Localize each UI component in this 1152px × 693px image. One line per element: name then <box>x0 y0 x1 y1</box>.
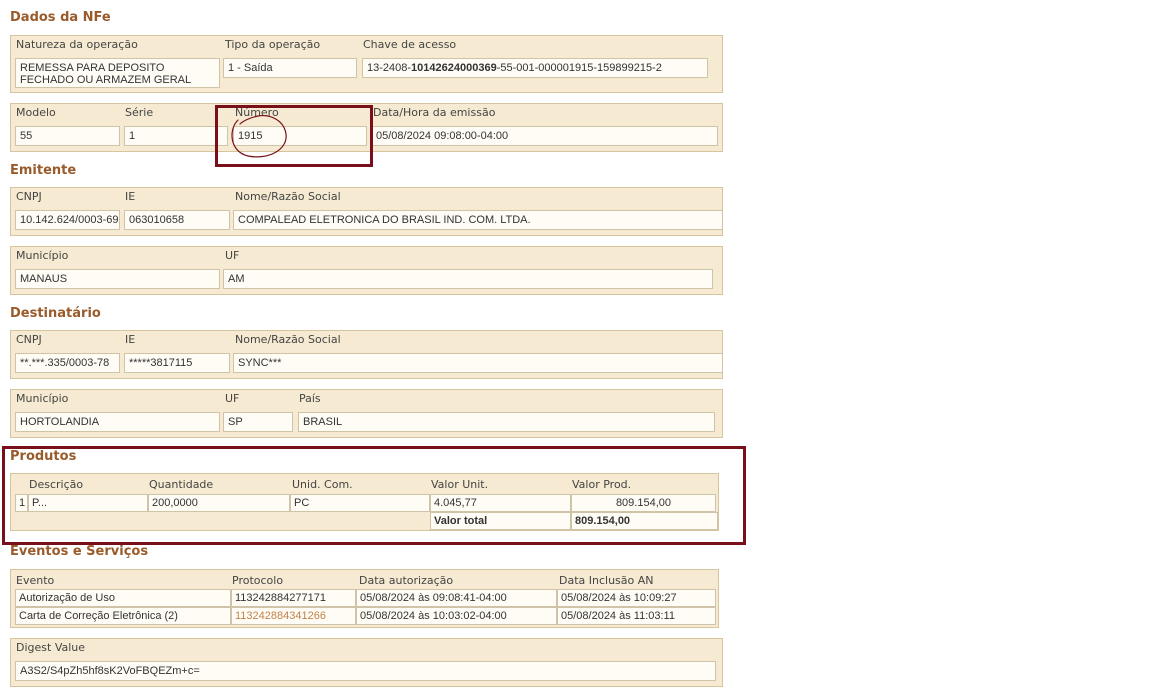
digest-label: Digest Value <box>16 641 86 654</box>
annotation-scribble-circle <box>231 115 287 158</box>
serie-label: Série <box>125 106 154 119</box>
emitente-ie-field: 063010658 <box>124 210 230 230</box>
evento-row-1-data-aut: 05/08/2024 às 09:08:41-04:00 <box>356 589 557 607</box>
destinatario-nome-field: SYNC*** <box>233 353 723 373</box>
destinatario-uf-label: UF <box>225 392 240 405</box>
emitente-cnpj-label: CNPJ <box>16 190 42 203</box>
modelo-field: 55 <box>15 126 120 146</box>
natureza-field: REMESSA PARA DEPOSITO FECHADO OU ARMAZEM… <box>15 58 220 88</box>
digest-box: Digest Value A3S2/S4pZh5hf8sK2VoFBQEZm+c… <box>10 638 723 687</box>
chave-prefix: 13-2408- <box>367 62 412 74</box>
destinatario-box-2: Município HORTOLANDIA UF SP País BRASIL <box>10 389 723 438</box>
destinatario-cnpj-label: CNPJ <box>16 333 42 346</box>
destinatario-municipio-field: HORTOLANDIA <box>15 412 220 432</box>
evento-row-2-protocolo-link[interactable]: 113242884341266 <box>231 607 356 625</box>
destinatario-ie-label: IE <box>125 333 136 346</box>
section-title-dados-nfe: Dados da NFe <box>10 10 111 25</box>
serie-field: 1 <box>124 126 228 146</box>
destinatario-pais-label: País <box>299 392 321 405</box>
natureza-label: Natureza da operação <box>16 38 138 51</box>
destinatario-municipio-label: Município <box>16 392 69 405</box>
evento-row-1-evento: Autorização de Uso <box>15 589 231 607</box>
destinatario-ie-field: *****3817115 <box>124 353 230 373</box>
evento-row-2-evento: Carta de Correção Eletrônica (2) <box>15 607 231 625</box>
emitente-municipio-label: Município <box>16 249 69 262</box>
chave-bold: 10142624000369 <box>411 62 497 74</box>
section-title-eventos: Eventos e Serviços <box>10 544 149 559</box>
evento-row-1-protocolo: 113242884277171 <box>231 589 356 607</box>
eventos-header-protocolo: Protocolo <box>232 574 284 587</box>
modelo-label: Modelo <box>16 106 56 119</box>
emitente-uf-label: UF <box>225 249 240 262</box>
section-title-destinatario: Destinatário <box>10 306 101 321</box>
chave-acesso-field: 13-2408-10142624000369-55-001-000001915-… <box>362 58 708 78</box>
chave-suffix: -55-001-000001915-159899215-2 <box>496 62 662 74</box>
dados-nfe-box-1: Natureza da operação REMESSA PARA DEPOSI… <box>10 35 723 93</box>
chave-acesso-label: Chave de acesso <box>363 38 457 51</box>
emitente-nome-label: Nome/Razão Social <box>235 190 341 203</box>
emitente-box-1: CNPJ 10.142.624/0003-69 IE 063010658 Nom… <box>10 187 723 236</box>
digest-field: A3S2/S4pZh5hf8sK2VoFBQEZm+c= <box>15 661 716 681</box>
data-emissao-label: Data/Hora da emissão <box>373 106 496 119</box>
data-emissao-field: 05/08/2024 09:08:00-04:00 <box>371 126 718 146</box>
emitente-municipio-field: MANAUS <box>15 269 220 289</box>
tipo-operacao-label: Tipo da operação <box>225 38 321 51</box>
eventos-header-evento: Evento <box>16 574 55 587</box>
destinatario-pais-field: BRASIL <box>298 412 715 432</box>
destinatario-cnpj-field: **.***.335/0003-78 <box>15 353 120 373</box>
emitente-cnpj-field: 10.142.624/0003-69 <box>15 210 120 230</box>
eventos-header-data-inclusao: Data Inclusão AN <box>559 574 654 587</box>
annotation-produtos-highlight <box>2 446 746 545</box>
destinatario-nome-label: Nome/Razão Social <box>235 333 341 346</box>
section-title-emitente: Emitente <box>10 163 77 178</box>
emitente-ie-label: IE <box>125 190 136 203</box>
tipo-operacao-field: 1 - Saída <box>223 58 357 78</box>
emitente-box-2: Município MANAUS UF AM <box>10 246 723 295</box>
evento-row-2-data-an: 05/08/2024 às 11:03:11 <box>557 607 716 625</box>
destinatario-uf-field: SP <box>223 412 293 432</box>
emitente-nome-field: COMPALEAD ELETRONICA DO BRASIL IND. COM.… <box>233 210 723 230</box>
evento-row-2-data-aut: 05/08/2024 às 10:03:02-04:00 <box>356 607 557 625</box>
eventos-box: Evento Protocolo Data autorização Data I… <box>10 569 719 628</box>
eventos-header-data-autorizacao: Data autorização <box>359 574 454 587</box>
evento-row-1-data-an: 05/08/2024 às 10:09:27 <box>557 589 716 607</box>
destinatario-box-1: CNPJ **.***.335/0003-78 IE *****3817115 … <box>10 330 723 379</box>
emitente-uf-field: AM <box>223 269 713 289</box>
